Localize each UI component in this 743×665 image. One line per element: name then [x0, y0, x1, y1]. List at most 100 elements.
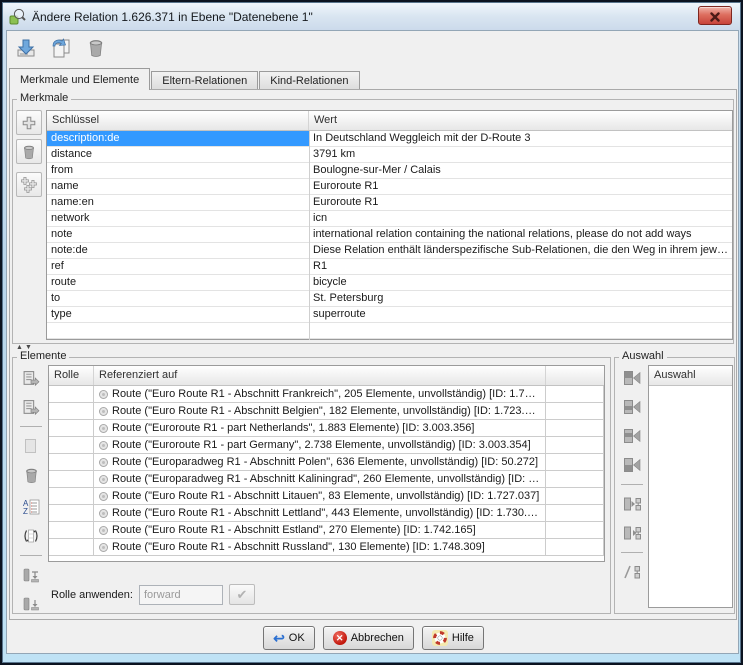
remove-selected-members-button[interactable]: [618, 559, 646, 585]
member-row[interactable]: Route ("Europaradweg R1 - Abschnitt Kali…: [49, 471, 604, 488]
move-member-up-button[interactable]: [17, 365, 45, 391]
sort-members-button[interactable]: A Z: [17, 494, 45, 520]
property-row[interactable]: to St. Petersburg: [47, 291, 732, 307]
property-value: Diese Relation enthält länderspezifische…: [309, 243, 732, 258]
footer-button-bar: ↩ OK ✕ Abbrechen Hilfe: [7, 623, 740, 653]
property-row[interactable]: route bicycle: [47, 275, 732, 291]
delete-tag-button[interactable]: [16, 139, 42, 164]
remove-member-button[interactable]: [17, 462, 45, 488]
apply-changes-button[interactable]: [11, 34, 41, 62]
column-header-value[interactable]: Wert: [309, 111, 732, 130]
property-row[interactable]: description:de In Deutschland Weggleich …: [47, 131, 732, 147]
property-row[interactable]: name Euroroute R1: [47, 179, 732, 195]
selection-group-label: Auswahl: [619, 350, 667, 362]
member-row[interactable]: Route ("Euro Route R1 - Abschnitt Litaue…: [49, 488, 604, 505]
add-selection-at-end-button[interactable]: [618, 452, 646, 478]
property-row[interactable]: [47, 323, 732, 339]
property-row[interactable]: name:en Euroroute R1: [47, 195, 732, 211]
member-link-cell: [546, 454, 604, 470]
reverse-order-button[interactable]: [17, 523, 45, 549]
select-members-button[interactable]: [618, 491, 646, 517]
property-key: [47, 323, 309, 338]
column-header-role[interactable]: Rolle: [49, 366, 94, 385]
property-value: St. Petersburg: [309, 291, 732, 306]
close-button[interactable]: [698, 6, 732, 25]
member-row[interactable]: Route ("Europaradweg R1 - Abschnitt Pole…: [49, 454, 604, 471]
add-at-start-icon: [623, 369, 642, 387]
cancel-button[interactable]: ✕ Abbrechen: [323, 626, 414, 650]
member-ref: Route ("Euro Route R1 - Abschnitt Frankr…: [94, 386, 546, 402]
paste-tags-button[interactable]: [16, 172, 42, 197]
column-header-key[interactable]: Schlüssel: [47, 111, 309, 130]
duplicate-relation-button[interactable]: [46, 34, 76, 62]
member-role: [49, 471, 94, 487]
property-key: route: [47, 275, 309, 290]
toolbar-separator: [621, 484, 643, 485]
property-row[interactable]: note international relation containing t…: [47, 227, 732, 243]
property-value: icn: [309, 211, 732, 226]
copy-member-button[interactable]: [17, 433, 45, 459]
ok-button[interactable]: ↩ OK: [263, 626, 315, 650]
paste-tags-icon: [20, 176, 38, 194]
member-link-cell: [546, 488, 604, 504]
tab-eltern-relationen[interactable]: Eltern-Relationen: [151, 71, 258, 90]
duplicate-icon: [49, 36, 73, 60]
tab-content-panel: Merkmale: [9, 89, 737, 620]
help-button[interactable]: Hilfe: [422, 626, 484, 650]
doc-arrow-icon: [22, 370, 40, 387]
member-row[interactable]: Route ("Euro Route R1 - Abschnitt Frankr…: [49, 386, 604, 403]
property-row[interactable]: ref R1: [47, 259, 732, 275]
column-header-link[interactable]: [546, 366, 604, 385]
delete-relation-button[interactable]: [81, 34, 111, 62]
relation-icon: [98, 406, 109, 417]
add-selection-below-button[interactable]: [618, 423, 646, 449]
add-selection-above-button[interactable]: [618, 394, 646, 420]
add-selection-at-start-button[interactable]: [618, 365, 646, 391]
titlebar: Ändere Relation 1.626.371 in Ebene "Date…: [3, 3, 740, 30]
properties-group-label: Merkmale: [17, 92, 71, 104]
column-header-selection[interactable]: Auswahl: [649, 366, 732, 385]
property-key: ref: [47, 259, 309, 274]
tab-merkmale-und-elemente[interactable]: Merkmale und Elemente: [9, 68, 150, 90]
property-row[interactable]: type superroute: [47, 307, 732, 323]
add-below-icon: [623, 427, 642, 445]
select-objects-button[interactable]: [618, 520, 646, 546]
apply-role-button[interactable]: ✔: [229, 584, 255, 605]
tab-kind-relationen[interactable]: Kind-Relationen: [259, 71, 359, 90]
member-ref-text: Route ("Euroroute R1 - part Germany", 2.…: [112, 437, 531, 453]
download-incomplete-icon: [22, 595, 40, 613]
property-row[interactable]: from Boulogne-sur-Mer / Calais: [47, 163, 732, 179]
download-members-button[interactable]: [17, 562, 45, 588]
selection-toolbar: [618, 365, 646, 588]
member-ref: Route ("Euro Route R1 - Abschnitt Belgie…: [94, 403, 546, 419]
add-tag-button[interactable]: [16, 110, 42, 135]
download-incomplete-members-button[interactable]: [17, 591, 45, 617]
add-selected-after-button[interactable]: [17, 394, 45, 420]
property-row[interactable]: distance 3791 km: [47, 147, 732, 163]
member-row[interactable]: Route ("Euroroute R1 - part Netherlands"…: [49, 420, 604, 437]
member-row[interactable]: Route ("Euroroute R1 - part Germany", 2.…: [49, 437, 604, 454]
member-row[interactable]: Route ("Euro Route R1 - Abschnitt Lettla…: [49, 505, 604, 522]
property-key: description:de: [47, 131, 309, 146]
member-row[interactable]: Route ("Euro Route R1 - Abschnitt Estlan…: [49, 522, 604, 539]
selection-group: Auswahl: [614, 357, 735, 614]
property-key: type: [47, 307, 309, 322]
doc-icon: [23, 438, 39, 454]
member-ref-text: Route ("Euro Route R1 - Abschnitt Lettla…: [112, 505, 541, 521]
cancel-button-label: Abbrechen: [351, 632, 404, 644]
property-row[interactable]: note:de Diese Relation enthält länderspe…: [47, 243, 732, 259]
relation-editor-icon: [9, 8, 26, 25]
member-row[interactable]: Route ("Euro Route R1 - Abschnitt Belgie…: [49, 403, 604, 420]
property-key: from: [47, 163, 309, 178]
select-members-icon: [623, 495, 642, 513]
remove-selection-icon: [623, 563, 642, 581]
column-header-ref[interactable]: Referenziert auf: [94, 366, 546, 385]
member-ref: Route ("Europaradweg R1 - Abschnitt Pole…: [94, 454, 546, 470]
member-ref-text: Route ("Europaradweg R1 - Abschnitt Kali…: [112, 471, 541, 487]
role-input[interactable]: [139, 585, 223, 605]
member-ref: Route ("Euroroute R1 - part Netherlands"…: [94, 420, 546, 436]
member-row[interactable]: Route ("Euro Route R1 - Abschnitt Russla…: [49, 539, 604, 556]
property-value: 3791 km: [309, 147, 732, 162]
main-toolbar: [11, 34, 111, 64]
property-row[interactable]: network icn: [47, 211, 732, 227]
